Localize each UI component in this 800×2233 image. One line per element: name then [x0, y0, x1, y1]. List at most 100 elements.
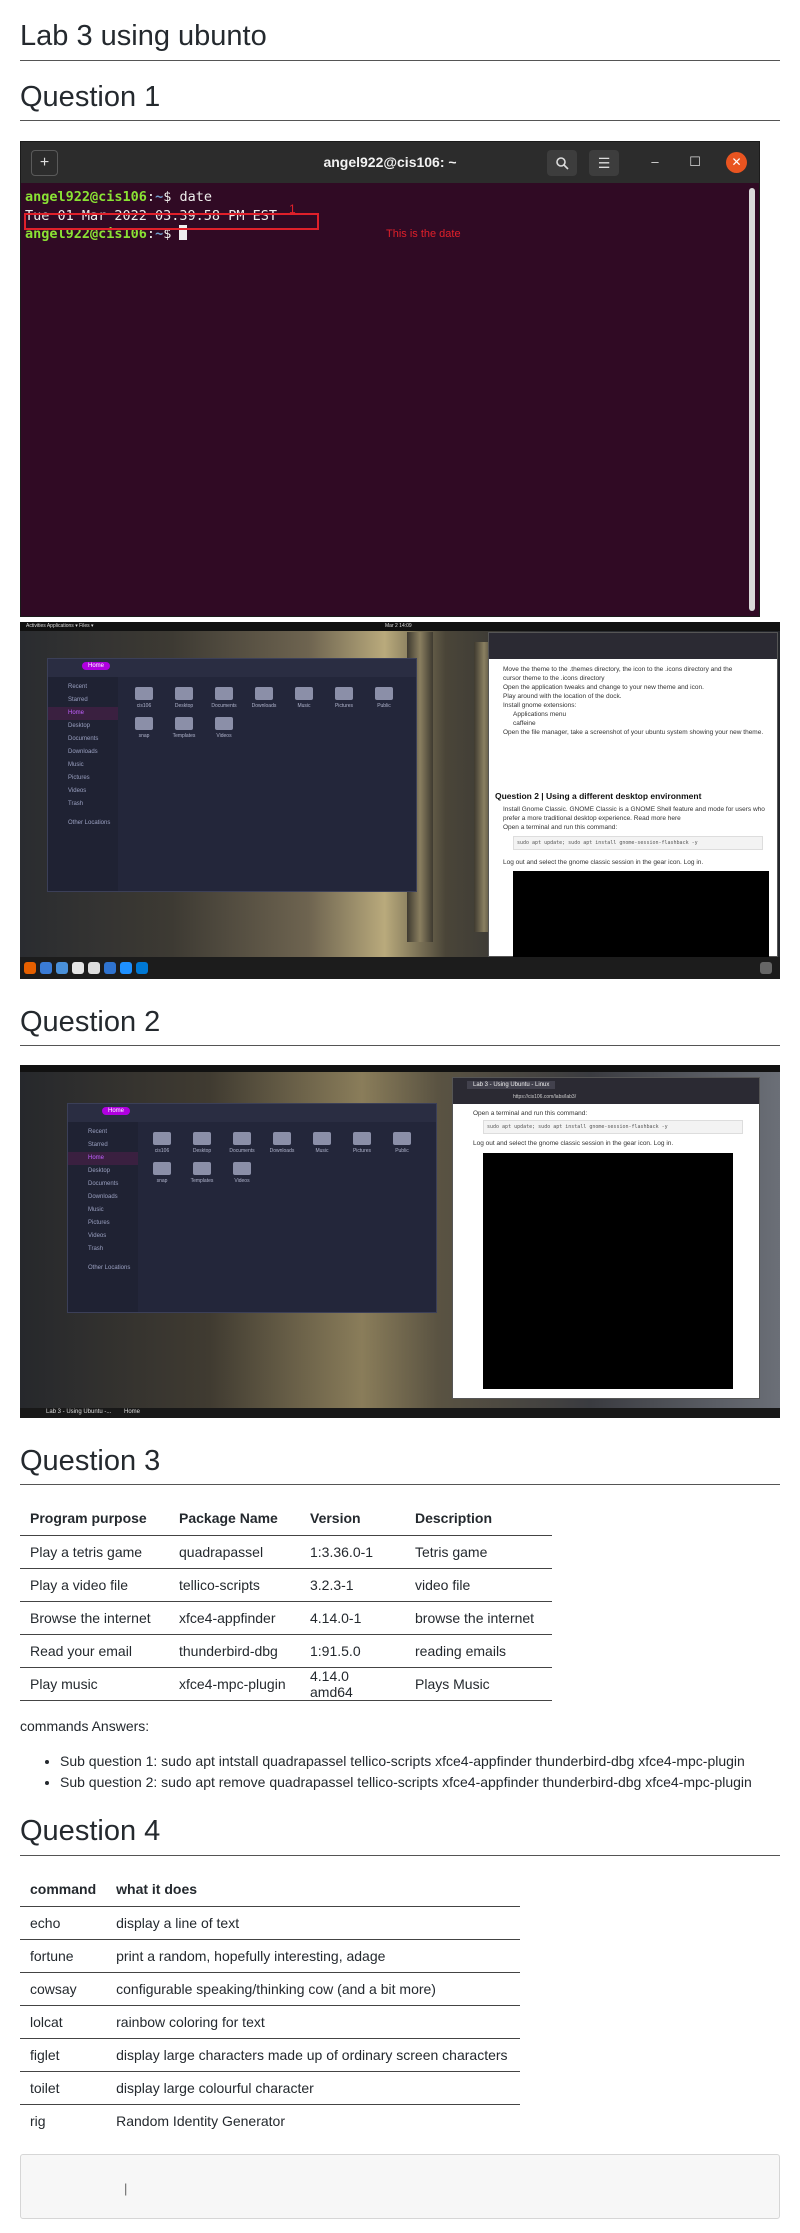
- table-row: Play a video file tellico-scripts 3.2.3-1 v…: [20, 1568, 552, 1602]
- taskbar-item[interactable]: Lab 3 - Using Ubuntu -...: [46, 1409, 111, 1415]
- text-editor-area[interactable]: |: [20, 2154, 780, 2219]
- table-row: rig Random Identity Generator: [30, 2112, 285, 2129]
- desktop-screenshot-1: Activities Applications ▾ Files ▾ Mar 2 1…: [20, 622, 780, 979]
- annotation-text: This is the date: [386, 228, 461, 240]
- table-header-row: command what it does: [20, 1873, 520, 1907]
- table-row: Play a tetris game quadrapassel 1:3.36.0-1…: [20, 1535, 552, 1569]
- writer-icon[interactable]: [88, 962, 100, 974]
- minimize-icon[interactable]: –: [646, 154, 664, 169]
- location-home-button[interactable]: Home: [82, 662, 111, 670]
- thunderbird-icon[interactable]: [40, 962, 52, 974]
- sidebar-item[interactable]: Home: [48, 707, 118, 720]
- folder-icon[interactable]: [153, 1162, 171, 1175]
- file-manager-window: Home Recent Starred Home Desktop Documen…: [67, 1103, 437, 1313]
- sidebar-item[interactable]: Music: [48, 759, 118, 772]
- table-row: echo display a line of text: [20, 1906, 520, 1940]
- folder-icon[interactable]: [135, 717, 153, 730]
- browser-heading: Question 2 | Using a different desktop e…: [495, 791, 702, 801]
- folder-icon[interactable]: [135, 687, 153, 700]
- folder-icon[interactable]: [215, 717, 233, 730]
- table-row: Play music xfce4-mpc-plugin 4.14.0 amd64 Pl…: [20, 1667, 552, 1701]
- url-bar[interactable]: https://cis106.com/labs/lab3/: [513, 1094, 576, 1100]
- file-manager-header: Home: [68, 1104, 436, 1122]
- sidebar-item[interactable]: Recent: [48, 681, 118, 694]
- table-header-row: Program purpose Package Name Version Des…: [20, 1502, 552, 1536]
- folder-icon[interactable]: [233, 1132, 251, 1145]
- folder-icon[interactable]: [273, 1132, 291, 1145]
- terminal-titlebar: + angel922@cis106: ~ ☰ – ☐ ✕: [21, 142, 759, 183]
- commands-table: command what it does echo display a line …: [20, 1873, 520, 2137]
- rhythmbox-icon[interactable]: [72, 962, 84, 974]
- answers-list: Sub question 1: sudo apt intstall quadra…: [60, 1751, 752, 1793]
- folder-icon[interactable]: [313, 1132, 331, 1145]
- file-manager-sidebar: Recent Starred Home Desktop Documents Do…: [68, 1122, 138, 1312]
- embedded-video[interactable]: [513, 871, 769, 957]
- table-row: cowsay configurable speaking/thinking cow…: [20, 1972, 520, 2006]
- help-icon[interactable]: [120, 962, 132, 974]
- hamburger-menu-icon[interactable]: ☰: [589, 150, 619, 176]
- embedded-video[interactable]: [483, 1153, 733, 1389]
- firefox-icon[interactable]: [24, 962, 36, 974]
- question-2-heading: Question 2: [20, 1006, 161, 1038]
- browser-content: Move the theme to the .themes directory,…: [503, 666, 764, 736]
- dock-bar: [20, 957, 780, 979]
- folder-icon[interactable]: [193, 1132, 211, 1145]
- folder-icon[interactable]: [153, 1132, 171, 1145]
- annotation-number: 1: [289, 202, 296, 216]
- page-title: Lab 3 using ubunto: [20, 20, 267, 52]
- folder-icon[interactable]: [193, 1162, 211, 1175]
- folder-icon[interactable]: [215, 687, 233, 700]
- terminal-line-command: angel922@cis106:~$ date: [25, 189, 212, 205]
- file-manager-window: Home Recent Starred Home Desktop Documen…: [47, 658, 417, 892]
- text-cursor: |: [124, 2181, 128, 2196]
- folder-icon[interactable]: [175, 687, 193, 700]
- browser-window: Move the theme to the .themes directory,…: [488, 632, 778, 957]
- file-manager-sidebar: Recent Starred Home Desktop Documents Do…: [48, 677, 118, 891]
- files-icon[interactable]: [56, 962, 68, 974]
- folder-icon[interactable]: [335, 687, 353, 700]
- terminal-command: date: [179, 189, 212, 205]
- folder-icon[interactable]: [353, 1132, 371, 1145]
- title-divider: [20, 60, 780, 61]
- terminal-scrollbar[interactable]: [749, 188, 755, 611]
- app-grid-icon[interactable]: [760, 962, 772, 974]
- sidebar-item[interactable]: Pictures: [48, 772, 118, 785]
- maximize-icon[interactable]: ☐: [686, 154, 704, 170]
- folder-icon[interactable]: [175, 717, 193, 730]
- sidebar-item[interactable]: Starred: [48, 694, 118, 707]
- sidebar-item[interactable]: Documents: [48, 733, 118, 746]
- file-manager-header: Home: [48, 659, 416, 677]
- terminal-screenshot: + angel922@cis106: ~ ☰ – ☐ ✕ angel922@ci…: [20, 141, 760, 617]
- search-icon[interactable]: [547, 150, 577, 176]
- sidebar-item[interactable]: Desktop: [48, 720, 118, 733]
- top-panel: Activities Applications ▾ Files ▾ Mar 2 1…: [20, 622, 780, 631]
- folder-icon[interactable]: [393, 1132, 411, 1145]
- vscode-icon[interactable]: [136, 962, 148, 974]
- browser-tabbar: [489, 633, 777, 659]
- sidebar-item[interactable]: Other Locations: [48, 817, 118, 830]
- code-block: sudo apt update; sudo apt install gnome-…: [513, 836, 763, 850]
- answers-label: commands Answers:: [20, 1718, 150, 1734]
- folder-icon[interactable]: [375, 687, 393, 700]
- taskbar-item[interactable]: Home: [124, 1409, 140, 1415]
- sidebar-item[interactable]: Downloads: [48, 746, 118, 759]
- sidebar-item[interactable]: Trash: [48, 798, 118, 811]
- folder-icon[interactable]: [255, 687, 273, 700]
- desktop-screenshot-2: Home Recent Starred Home Desktop Documen…: [20, 1065, 780, 1418]
- browser-tab[interactable]: Lab 3 - Using Ubuntu - Linux: [467, 1081, 556, 1089]
- question-1-heading: Question 1: [20, 81, 161, 113]
- sidebar-item[interactable]: Videos: [48, 785, 118, 798]
- folder-icon[interactable]: [233, 1162, 251, 1175]
- q4-divider: [20, 1855, 780, 1856]
- table-row: fortune print a random, hopefully interes…: [20, 1939, 520, 1973]
- question-4-heading: Question 4: [20, 1815, 161, 1847]
- q2-divider: [20, 1045, 780, 1046]
- close-icon[interactable]: ✕: [726, 152, 747, 173]
- folder-icon[interactable]: [295, 687, 313, 700]
- table-row: Browse the internet xfce4-appfinder 4.14.0…: [20, 1601, 552, 1635]
- q3-divider: [20, 1484, 780, 1485]
- top-panel: [20, 1065, 780, 1072]
- table-row: lolcat rainbow coloring for text: [20, 2005, 520, 2039]
- q1-divider: [20, 120, 780, 121]
- software-icon[interactable]: [104, 962, 116, 974]
